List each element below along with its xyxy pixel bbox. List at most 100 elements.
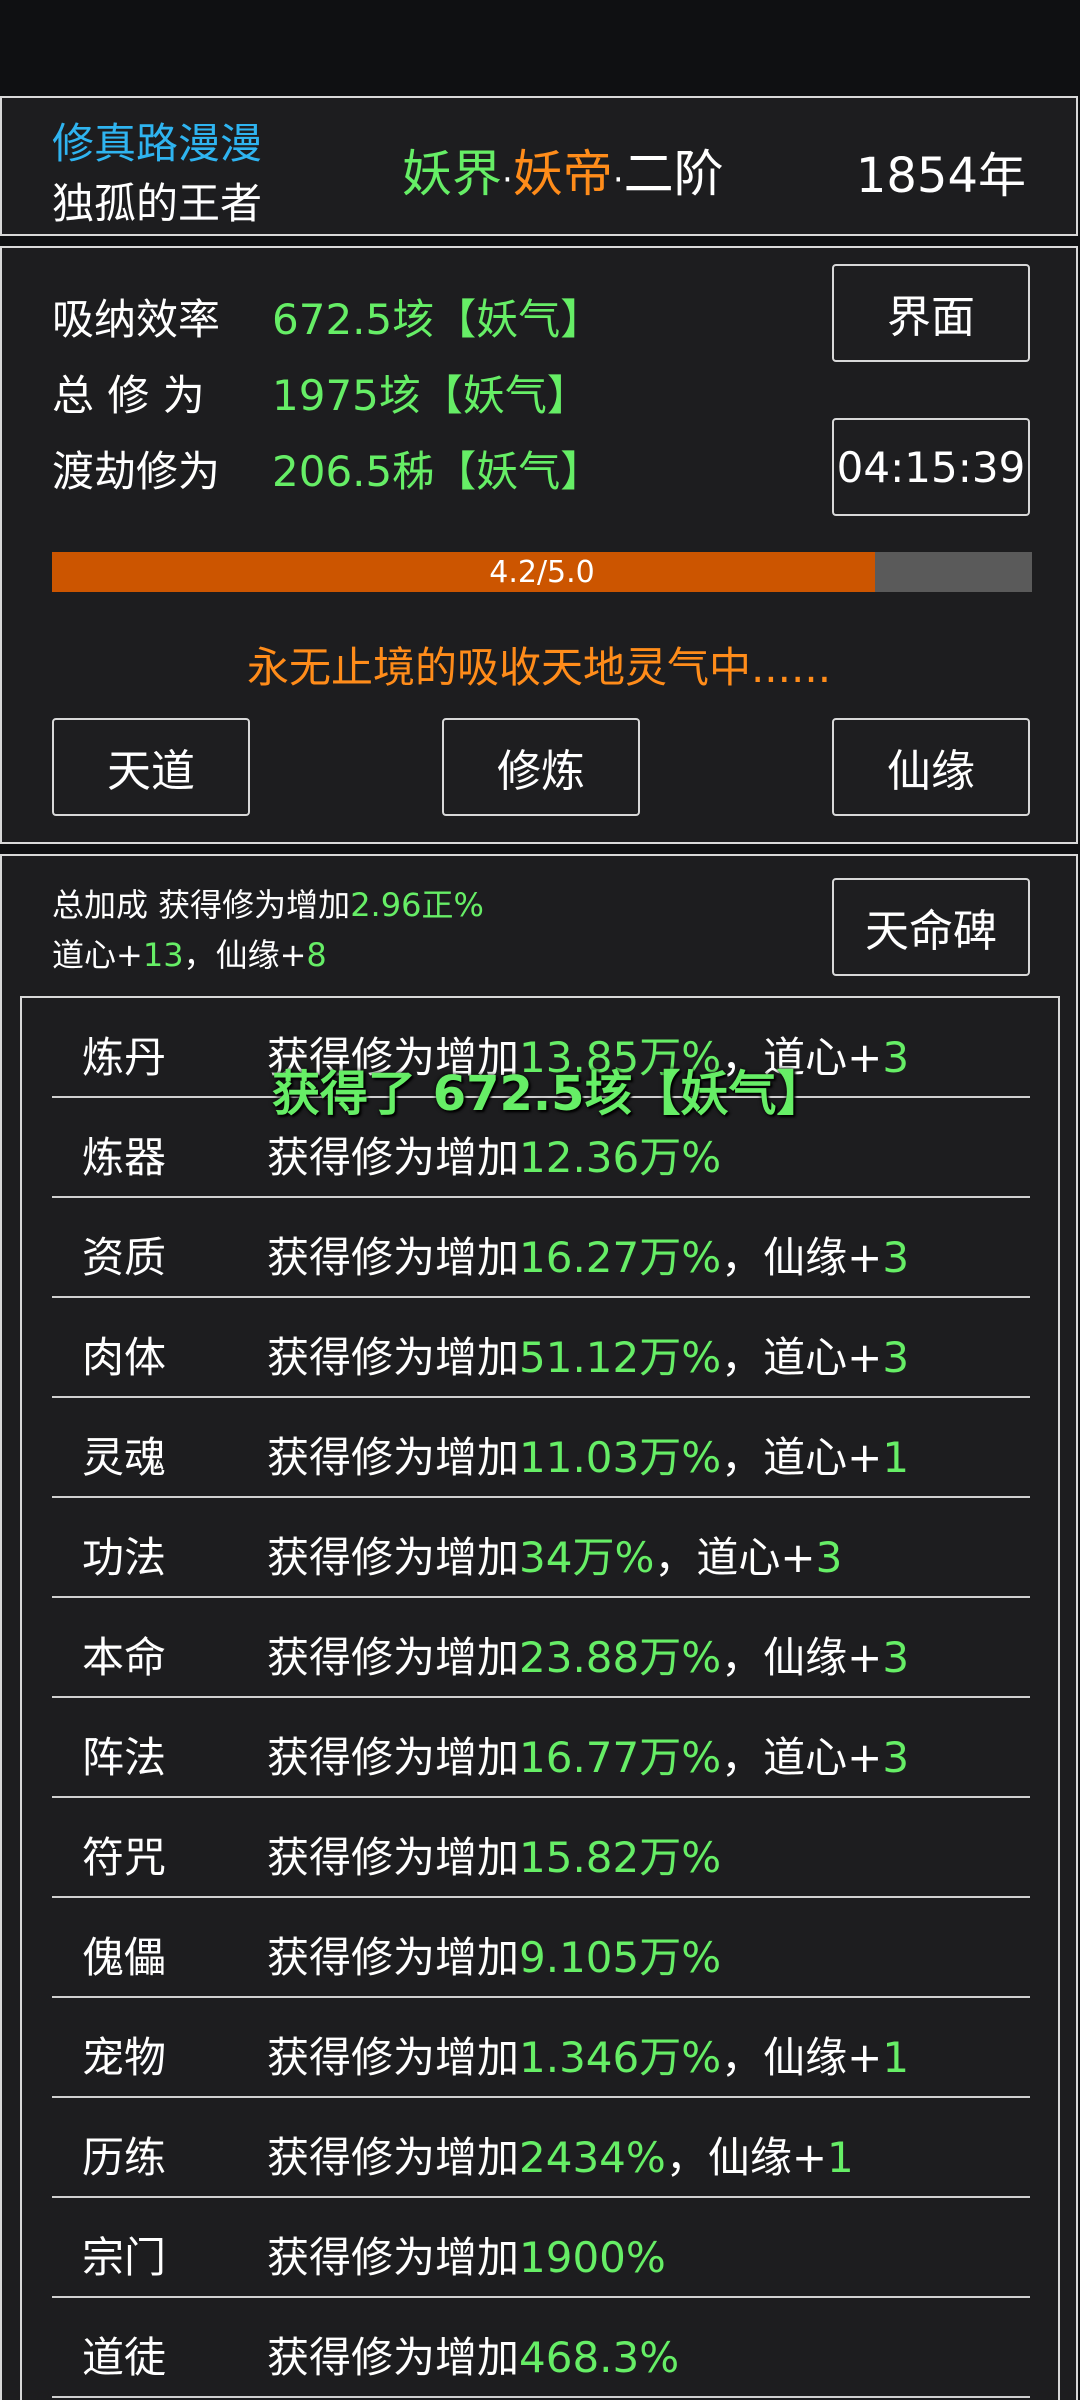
bonus-row-value: 11.03万% — [519, 1433, 722, 1482]
bonus-row-prefix: 获得修为增加 — [267, 1333, 520, 1382]
bonus-row-prefix: 获得修为增加 — [267, 2333, 520, 2382]
xianyuan-button[interactable]: 仙缘 — [832, 718, 1030, 816]
bonus-row-name: 肉体 — [82, 1333, 167, 1382]
status-message: 永无止境的吸收天地灵气中...... — [246, 643, 832, 692]
bonus-row-desc: 获得修为增加16.27万%，仙缘+3 — [267, 1224, 909, 1285]
realm-stage: 二阶 — [623, 145, 724, 203]
bonus-row-name: 炼器 — [82, 1133, 167, 1182]
bonus-row: 符咒 获得修为增加15.82万% — [52, 1798, 1030, 1898]
bonus-row-extra-prefix: ，道心+ — [721, 1733, 883, 1782]
bonus-row-value: 15.82万% — [519, 1833, 722, 1882]
bonus-row-value: 12.36万% — [519, 1133, 722, 1182]
bonus-sep: ， — [183, 936, 216, 974]
bonus-row-desc: 获得修为增加12.36万% — [267, 1124, 721, 1185]
floating-gain-message: 获得了 672.5垓【妖气】 — [272, 1066, 825, 1122]
bonus-row-value: 51.12万% — [519, 1333, 722, 1382]
bonus-row-value: 1900% — [519, 2233, 666, 2282]
bonus-row-desc: 获得修为增加2434%，仙缘+1 — [267, 2124, 854, 2185]
bonus-row-extra-prefix: ，仙缘+ — [721, 1633, 883, 1682]
bonus-row-desc: 获得修为增加11.03万%，道心+1 — [267, 1424, 909, 1485]
bonus-row-desc: 获得修为增加34万%，道心+3 — [267, 1524, 842, 1585]
bonus-row-desc: 获得修为增加1.346万%，仙缘+1 — [267, 2024, 909, 2085]
game-year: 1854年 — [855, 148, 1026, 204]
bonus-row-name: 炼丹 — [82, 1033, 167, 1082]
bonus-row-name: 本命 — [82, 1633, 167, 1682]
bonus-row-prefix: 获得修为增加 — [267, 1433, 520, 1482]
bonus-row-prefix: 获得修为增加 — [267, 2233, 520, 2282]
tribulation-value: 206.5秭【妖气】 — [272, 447, 603, 496]
stats-panel: 吸纳效率 672.5垓【妖气】 总 修 为 1975垓【妖气】 渡劫修为 206… — [0, 246, 1078, 844]
bonus-row: 肉体 获得修为增加51.12万%，道心+3 — [52, 1298, 1030, 1398]
bonus-row-prefix: 获得修为增加 — [267, 1233, 520, 1282]
realm-separator-2: · — [612, 160, 624, 200]
bonus-row-prefix: 获得修为增加 — [267, 1633, 520, 1682]
bonus-row-name: 宠物 — [82, 2033, 167, 2082]
bonus-row-extra-value: 1 — [882, 2033, 910, 2082]
timer-display: 04:15:39 — [832, 418, 1030, 516]
bonus-row-extra-value: 3 — [815, 1533, 843, 1582]
bonus-row-prefix: 获得修为增加 — [267, 1733, 520, 1782]
bonus-row-value: 468.3% — [519, 2333, 680, 2382]
bonus-row-desc: 获得修为增加16.77万%，道心+3 — [267, 1724, 909, 1785]
bonus-row: 宗门 获得修为增加1900% — [52, 2198, 1030, 2298]
bonus-row-name: 符咒 — [82, 1833, 167, 1882]
total-bonus-value: 2.96正% — [350, 886, 484, 924]
bonus-row-name: 灵魂 — [82, 1433, 167, 1482]
xianyuan-value: 8 — [306, 936, 327, 974]
bonus-row-extra-prefix: ，仙缘+ — [665, 2133, 828, 2182]
bonus-row: 傀儡 获得修为增加9.105万% — [52, 1898, 1030, 1998]
daoxin-value: 13 — [142, 936, 184, 974]
bonus-row-prefix: 获得修为增加 — [267, 1133, 520, 1182]
absorb-label: 吸纳效率 — [52, 295, 221, 344]
bonus-row-prefix: 获得修为增加 — [267, 2033, 520, 2082]
player-name: 独孤的王者 — [52, 179, 263, 228]
bonus-row-name: 资质 — [82, 1233, 167, 1282]
bonus-row-extra-prefix: ，道心+ — [654, 1533, 816, 1582]
total-bonus-prefix: 总加成 获得修为增加 — [52, 886, 351, 924]
bonus-row-desc: 获得修为增加15.82万% — [267, 1824, 721, 1885]
bonus-row-extra-prefix: ，仙缘+ — [721, 2033, 883, 2082]
bonus-row-value: 1.346万% — [519, 2033, 722, 2082]
bonus-row-desc: 获得修为增加9.105万% — [267, 1924, 721, 1985]
bonus-row-extra-prefix: ，道心+ — [721, 1433, 883, 1482]
realm-world: 妖界 — [402, 145, 502, 203]
bonus-row-value: 16.27万% — [519, 1233, 722, 1282]
bonus-row-prefix: 获得修为增加 — [267, 1833, 520, 1882]
total-bonus-line: 总加成 获得修为增加2.96正% — [52, 880, 484, 926]
daoxin-xianyuan-line: 道心+13，仙缘+8 — [52, 930, 327, 976]
bonus-row: 功法 获得修为增加34万%，道心+3 — [52, 1498, 1030, 1598]
bonus-row-extra-value: 1 — [882, 1433, 910, 1482]
bonus-row-extra-value: 3 — [882, 1333, 910, 1382]
game-title: 修真路漫漫 — [52, 119, 263, 168]
bonus-row-name: 宗门 — [82, 2233, 167, 2282]
bonus-row-extra-value: 3 — [882, 1033, 910, 1082]
bonus-row: 道徒 获得修为增加468.3% — [52, 2298, 1030, 2398]
bonus-row: 宠物 获得修为增加1.346万%，仙缘+1 — [52, 1998, 1030, 2098]
bonus-row-prefix: 获得修为增加 — [267, 1933, 520, 1982]
bonus-row-name: 道徒 — [82, 2333, 167, 2382]
bonus-row-extra-value: 3 — [882, 1233, 910, 1282]
tiandao-button[interactable]: 天道 — [52, 718, 250, 816]
bonus-row-value: 2434% — [519, 2133, 666, 2182]
tianming-button[interactable]: 天命碑 — [832, 878, 1030, 976]
tribulation-label: 渡劫修为 — [52, 447, 221, 496]
bonus-row-value: 16.77万% — [519, 1733, 722, 1782]
total-label: 总 修 为 — [52, 371, 205, 420]
daoxin-prefix: 道心+ — [52, 936, 143, 974]
realm-rank: 妖帝 — [512, 145, 613, 203]
bonus-row-value: 9.105万% — [519, 1933, 722, 1982]
bonus-row-name: 阵法 — [82, 1733, 167, 1782]
bonus-row: 资质 获得修为增加16.27万%，仙缘+3 — [52, 1198, 1030, 1298]
bonus-row-value: 34万% — [519, 1533, 655, 1582]
absorb-value: 672.5垓【妖气】 — [272, 295, 603, 344]
interface-button[interactable]: 界面 — [832, 264, 1030, 362]
total-value: 1975垓【妖气】 — [272, 371, 589, 420]
xiulian-button[interactable]: 修炼 — [442, 718, 640, 816]
bonus-row-desc: 获得修为增加1900% — [267, 2224, 666, 2285]
bonus-row: 阵法 获得修为增加16.77万%，道心+3 — [52, 1698, 1030, 1798]
bonus-row-desc: 获得修为增加51.12万%，道心+3 — [267, 1324, 909, 1385]
bonus-row-extra-value: 1 — [827, 2133, 854, 2182]
bonus-row: 灵魂 获得修为增加11.03万%，道心+1 — [52, 1398, 1030, 1498]
bonus-row-value: 23.88万% — [519, 1633, 722, 1682]
bonus-row-prefix: 获得修为增加 — [267, 1533, 520, 1582]
